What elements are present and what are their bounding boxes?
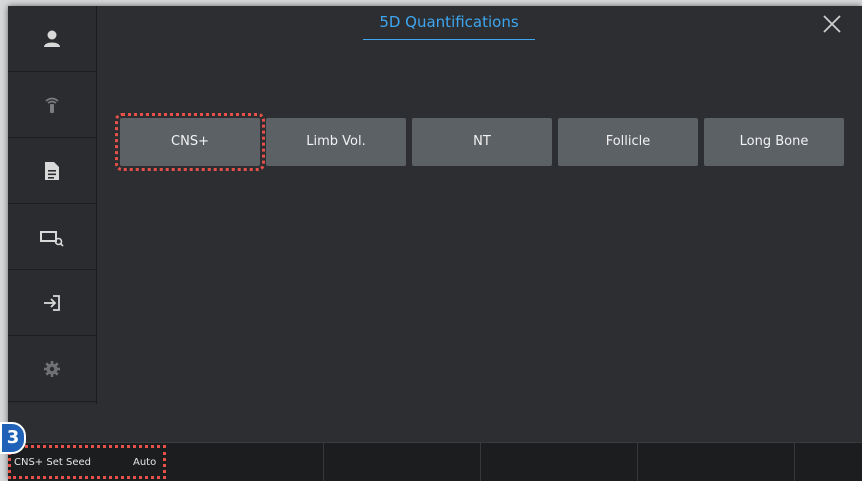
nt-button[interactable]: NT [412,118,552,166]
seed-value: Auto [133,457,156,468]
sidebar-item-exit[interactable] [8,270,96,336]
cns-plus-button[interactable]: CNS+ [120,118,260,166]
settings-icon [43,360,61,378]
bottom-bar-slot[interactable] [166,443,324,481]
sidebar-item-patient[interactable] [8,6,96,72]
sidebar-item-probe[interactable] [8,72,96,138]
bottom-bar-slot[interactable] [323,443,481,481]
bottom-bar-slot[interactable] [480,443,638,481]
exit-icon [42,293,62,313]
close-button[interactable] [820,12,844,36]
step-number-badge: 3 [0,422,26,454]
review-icon [39,227,65,247]
report-icon [43,161,61,181]
bottom-bar-slot[interactable] [637,443,795,481]
sidebar [8,6,97,404]
long-bone-button[interactable]: Long Bone [704,118,844,166]
close-icon [820,21,844,40]
quantification-buttons: CNS+ Limb Vol. NT Follicle Long Bone [120,118,854,166]
cns-set-seed-control[interactable]: CNS+ Set Seed Auto [8,445,166,479]
sidebar-item-review[interactable] [8,204,96,270]
page-title: 5D Quantifications [363,12,535,40]
limb-vol-button[interactable]: Limb Vol. [266,118,406,166]
sidebar-item-report[interactable] [8,138,96,204]
sidebar-item-settings[interactable] [8,336,96,402]
quantification-window: 5D Quantifications CNS+ Limb Vol. NT Fol… [8,6,862,480]
bottom-control-bar: CNS+ Set Seed Auto [8,442,862,481]
seed-label: CNS+ Set Seed [14,457,91,468]
probe-icon [42,95,62,115]
follicle-button[interactable]: Follicle [558,118,698,166]
patient-icon [42,29,62,49]
